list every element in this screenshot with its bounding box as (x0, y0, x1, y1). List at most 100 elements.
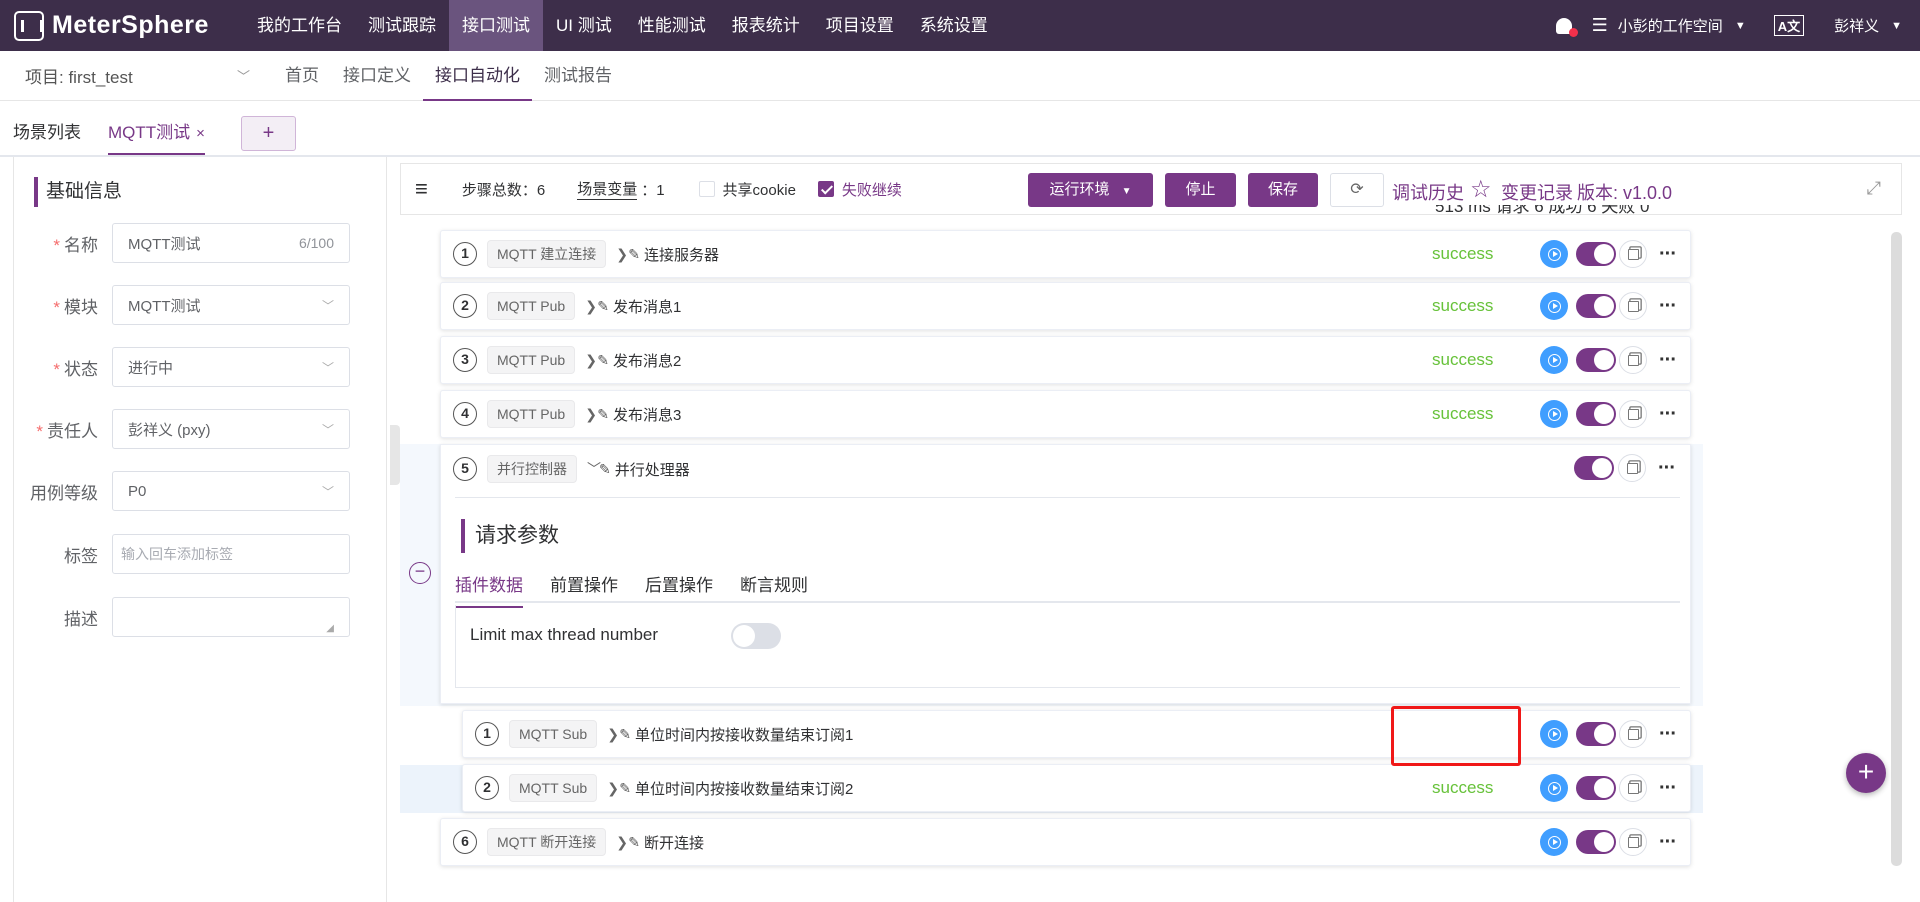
edit-icon[interactable]: ✎ (597, 406, 609, 423)
refresh-button[interactable]: ⟳ (1330, 173, 1384, 207)
limit-thread-switch[interactable] (731, 623, 781, 649)
step-row[interactable]: 3 MQTT Pub ❯ ✎ 发布消息2 success ··· (440, 336, 1691, 384)
copy-icon[interactable] (1619, 774, 1647, 802)
task-list-icon[interactable]: ☰ (1592, 15, 1608, 36)
run-step-button[interactable] (1540, 400, 1568, 428)
chevron-right-icon[interactable]: ❯ (607, 726, 619, 743)
tab-mqtt-test[interactable]: MQTT测试 × (108, 118, 205, 155)
run-step-button[interactable] (1540, 828, 1568, 856)
run-step-button[interactable] (1540, 774, 1568, 802)
share-cookie-checkbox[interactable] (698, 181, 715, 197)
chevron-right-icon[interactable]: ❯ (585, 352, 597, 369)
fullscreen-icon[interactable]: ⤢ (1867, 178, 1881, 199)
chevron-right-icon[interactable]: ❯ (607, 780, 619, 797)
step-name[interactable]: 单位时间内按接收数量结束订阅1 (635, 724, 853, 745)
copy-icon[interactable] (1619, 720, 1647, 748)
enable-toggle[interactable] (1576, 776, 1616, 800)
step-name[interactable]: 并行处理器 (615, 459, 690, 480)
more-icon[interactable]: ··· (1659, 350, 1677, 370)
subnav-home[interactable]: 首页 (273, 51, 331, 101)
status-select[interactable]: 进行中 ﹀ (112, 347, 350, 387)
chevron-right-icon[interactable]: ❯ (585, 298, 597, 315)
menu-performance[interactable]: 性能测试 (625, 0, 719, 51)
enable-toggle[interactable] (1574, 456, 1614, 480)
more-icon[interactable]: ··· (1659, 296, 1677, 316)
step-name[interactable]: 发布消息1 (613, 296, 681, 317)
save-button[interactable]: 保存 (1248, 173, 1318, 207)
enable-toggle[interactable] (1576, 242, 1616, 266)
name-input[interactable]: MQTT测试 6/100 (112, 223, 350, 263)
enable-toggle[interactable] (1576, 722, 1616, 746)
more-icon[interactable]: ··· (1659, 832, 1677, 852)
step-row[interactable]: 6 MQTT 断开连接 ❯ ✎ 断开连接 ··· (440, 818, 1691, 866)
language-icon[interactable]: A文 (1773, 15, 1805, 36)
chevron-down-icon[interactable]: ﹀ (587, 459, 601, 479)
child-step-row[interactable]: 2 MQTT Sub ❯ ✎ 单位时间内按接收数量结束订阅2 success ··… (462, 764, 1691, 812)
tab-assertion-rules[interactable]: 断言规则 (740, 571, 808, 596)
fail-continue-checkbox[interactable] (817, 181, 834, 197)
project-selector[interactable]: 项目: first_test ﹀ (0, 63, 252, 88)
resize-handle-icon[interactable]: ◢ (326, 623, 334, 634)
step-name[interactable]: 单位时间内按接收数量结束订阅2 (635, 778, 853, 799)
copy-icon[interactable] (1618, 454, 1646, 482)
step-name[interactable]: 连接服务器 (644, 244, 719, 265)
close-icon[interactable]: × (196, 125, 205, 142)
star-icon[interactable]: ☆ (1470, 175, 1492, 204)
edit-icon[interactable]: ✎ (599, 461, 611, 478)
scenario-variable-link[interactable]: 场景变量 (577, 178, 638, 200)
add-tab-button[interactable]: + (241, 116, 296, 151)
run-step-button[interactable] (1540, 292, 1568, 320)
tab-pre-operation[interactable]: 前置操作 (550, 571, 618, 596)
step-name[interactable]: 发布消息3 (613, 404, 681, 425)
more-icon[interactable]: ··· (1659, 404, 1677, 424)
caret-down-icon[interactable]: ▼ (1891, 20, 1902, 32)
menu-system-settings[interactable]: 系统设置 (907, 0, 1001, 51)
more-icon[interactable]: ··· (1659, 778, 1677, 798)
tab-post-operation[interactable]: 后置操作 (645, 571, 713, 596)
subnav-api-definition[interactable]: 接口定义 (331, 51, 423, 101)
tab-plugin-data[interactable]: 插件数据 (455, 571, 523, 608)
run-step-button[interactable] (1540, 720, 1568, 748)
add-step-button[interactable]: + (1846, 753, 1886, 793)
change-log-link[interactable]: 变更记录 (1501, 179, 1573, 205)
step-name[interactable]: 发布消息2 (613, 350, 681, 371)
copy-icon[interactable] (1619, 346, 1647, 374)
tab-scenario-list[interactable]: 场景列表 (13, 118, 81, 143)
version-label[interactable]: 版本: v1.0.0 (1577, 179, 1672, 205)
edit-icon[interactable]: ✎ (628, 834, 640, 851)
copy-icon[interactable] (1619, 828, 1647, 856)
subnav-test-report[interactable]: 测试报告 (532, 51, 624, 101)
menu-icon[interactable]: ≡ (415, 176, 428, 202)
owner-select[interactable]: 彭祥义 (pxy) ﹀ (112, 409, 350, 449)
menu-api-test[interactable]: 接口测试 (449, 0, 543, 51)
copy-icon[interactable] (1619, 240, 1647, 268)
subnav-api-automation[interactable]: 接口自动化 (423, 51, 532, 101)
run-step-button[interactable] (1540, 346, 1568, 374)
scrollbar[interactable] (1891, 232, 1902, 866)
workspace-switcher[interactable]: 小彭的工作空间 (1618, 15, 1723, 36)
chevron-right-icon[interactable]: ❯ (616, 834, 628, 851)
edit-icon[interactable]: ✎ (597, 352, 609, 369)
caret-down-icon[interactable]: ▼ (1735, 20, 1746, 32)
notification-bell-icon[interactable] (1555, 17, 1578, 37)
module-select[interactable]: MQTT测试 ﹀ (112, 285, 350, 325)
menu-reports[interactable]: 报表统计 (719, 0, 813, 51)
chevron-right-icon[interactable]: ❯ (585, 406, 597, 423)
more-icon[interactable]: ··· (1658, 458, 1676, 478)
edit-icon[interactable]: ✎ (619, 726, 631, 743)
menu-project-settings[interactable]: 项目设置 (813, 0, 907, 51)
step-name[interactable]: 断开连接 (644, 832, 704, 853)
chevron-right-icon[interactable]: ❯ (616, 246, 628, 263)
user-menu[interactable]: 彭祥义 (1834, 15, 1879, 36)
enable-toggle[interactable] (1576, 402, 1616, 426)
enable-toggle[interactable] (1576, 830, 1616, 854)
level-select[interactable]: P0 ﹀ (112, 471, 350, 511)
more-icon[interactable]: ··· (1659, 244, 1677, 264)
debug-history-link[interactable]: 调试历史 (1392, 179, 1464, 205)
menu-test-track[interactable]: 测试跟踪 (355, 0, 449, 51)
run-step-button[interactable] (1540, 240, 1568, 268)
copy-icon[interactable] (1619, 292, 1647, 320)
step-row[interactable]: 1 MQTT 建立连接 ❯ ✎ 连接服务器 success ··· (440, 230, 1691, 278)
more-icon[interactable]: ··· (1659, 724, 1677, 744)
edit-icon[interactable]: ✎ (597, 298, 609, 315)
